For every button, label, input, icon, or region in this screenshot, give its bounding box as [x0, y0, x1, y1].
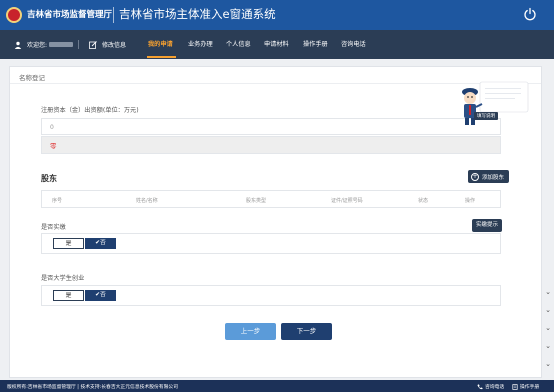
capital-amount-in-words: 零: [50, 142, 57, 150]
col-type: 股东类型: [246, 198, 267, 204]
user-icon: [14, 41, 22, 49]
org-name: 吉林省市场监督管理厅: [27, 10, 113, 20]
emblem-logo: [6, 7, 22, 23]
shareholders-title: 股东: [41, 174, 57, 183]
col-id-number: 证件/证照号码: [331, 198, 363, 204]
edit-info-link[interactable]: 修改信息: [89, 30, 126, 59]
nav-business[interactable]: 业务办理: [188, 30, 213, 59]
nav-active-indicator: [147, 56, 176, 58]
footer-consult-label: 咨询电话: [485, 385, 505, 390]
footer-consult-link[interactable]: 咨询电话: [477, 383, 504, 390]
prev-step-button[interactable]: 上一步: [225, 323, 276, 340]
capital-readonly-row: 零: [41, 136, 501, 154]
paid-in-label: 是否实缴: [41, 224, 66, 231]
scroll-down-icon[interactable]: ⌄: [543, 305, 553, 315]
mascot-caption[interactable]: 填写说明: [474, 112, 498, 120]
add-shareholder-label: 添加股东: [482, 174, 505, 181]
col-actions: 操作: [465, 198, 476, 204]
panel-title: 名称登记: [19, 74, 45, 82]
student-startup-label: 是否大学生创业: [41, 275, 85, 282]
username-redacted: [49, 42, 74, 47]
paid-in-yes-option[interactable]: 是: [53, 238, 84, 249]
nav-hotline[interactable]: 咨询电话: [341, 30, 366, 59]
student-no-option[interactable]: ✔否: [85, 290, 116, 301]
col-status: 状态: [418, 198, 429, 204]
nav-my-applications[interactable]: 我的申请: [148, 30, 173, 59]
capital-value: 0: [50, 124, 54, 131]
scroll-down-icon[interactable]: ⌄: [543, 341, 553, 351]
footer-manual-link[interactable]: 操作手册: [512, 383, 539, 390]
phone-icon: [477, 384, 483, 389]
book-icon: [512, 383, 518, 390]
system-title: 吉林省市场主体准入e窗通系统: [119, 7, 276, 21]
welcome-user: 欢迎您:: [14, 30, 74, 59]
mascot-helper-icon[interactable]: [458, 80, 530, 128]
plus-icon: +: [471, 172, 479, 181]
capital-label: 注册资本（金）出资额(单位：万元): [41, 107, 139, 114]
next-step-button[interactable]: 下一步: [281, 323, 332, 340]
nav-divider: [78, 40, 79, 49]
nav-manual[interactable]: 操作手册: [303, 30, 328, 59]
footer: 版权所有:吉林省市场监督管理厅 | 技术支持:长春吉大正元信息技术股份有限公司 …: [0, 380, 554, 392]
edit-icon: [89, 40, 97, 49]
footer-manual-label: 操作手册: [520, 385, 540, 390]
top-header: 吉林省市场监督管理厅 吉林省市场主体准入e窗通系统: [0, 0, 554, 30]
header-divider: [113, 7, 114, 23]
col-index: 序号: [52, 198, 63, 204]
power-icon[interactable]: [523, 7, 537, 21]
capital-input[interactable]: 0: [41, 118, 501, 135]
add-shareholder-button[interactable]: + 添加股东: [468, 170, 509, 183]
edit-info-label: 修改信息: [102, 42, 127, 49]
scroll-down-icon[interactable]: ⌄: [543, 323, 553, 333]
welcome-label: 欢迎您:: [27, 42, 48, 49]
student-yes-option[interactable]: 是: [53, 290, 84, 301]
footer-copyright: 版权所有:吉林省市场监督管理厅 | 技术支持:长春吉大正元信息技术股份有限公司: [7, 385, 178, 390]
scroll-down-icon[interactable]: ⌄: [543, 359, 553, 369]
shareholders-table-header: [41, 190, 501, 208]
paid-in-no-option[interactable]: ✔否: [85, 238, 116, 249]
nav-bar: 欢迎您: 修改信息 我的申请 业务办理 个人信息 申请材料 操作手册 咨询电话: [0, 30, 554, 59]
paid-in-example-button[interactable]: 实缴提示: [472, 219, 502, 232]
nav-materials[interactable]: 申请材料: [264, 30, 289, 59]
col-name: 姓名/名称: [136, 198, 158, 204]
scroll-down-icon[interactable]: ⌄: [543, 287, 553, 297]
nav-personal-info[interactable]: 个人信息: [226, 30, 251, 59]
